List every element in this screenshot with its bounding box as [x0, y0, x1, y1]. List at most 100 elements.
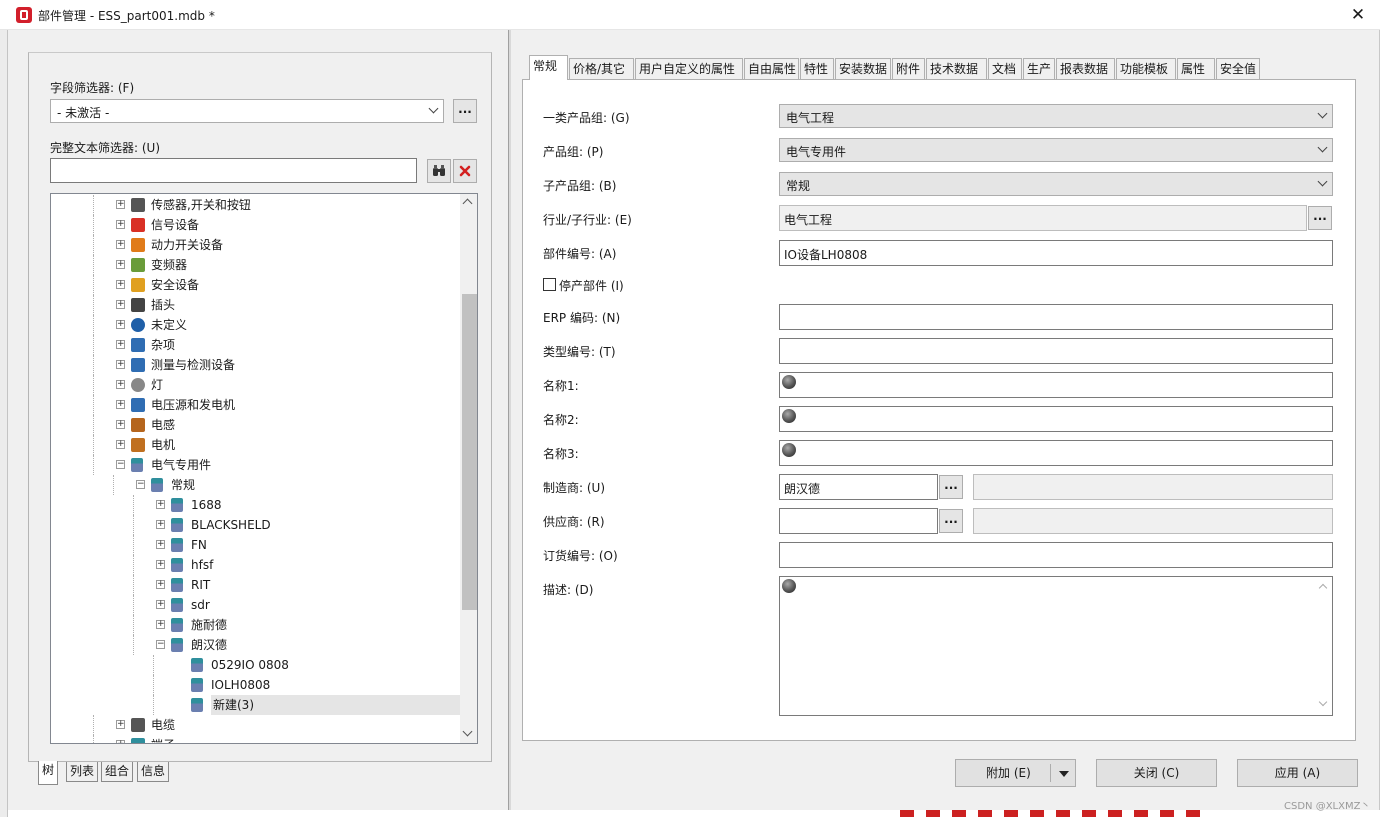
- window-close-button[interactable]: ✕: [1346, 3, 1370, 27]
- tab-11[interactable]: 功能模板: [1116, 58, 1176, 79]
- tree-item[interactable]: + sdr: [51, 595, 461, 615]
- tree-item[interactable]: IOLH0808: [51, 675, 461, 695]
- expand-icon[interactable]: +: [116, 440, 125, 449]
- tree-item[interactable]: + 信号设备: [51, 215, 461, 235]
- close-button[interactable]: 关闭 (C): [1096, 759, 1217, 787]
- bottom-tab-list[interactable]: 列表: [66, 762, 99, 782]
- part-number-input[interactable]: IO设备LH0808: [779, 240, 1333, 266]
- expand-icon[interactable]: +: [116, 340, 125, 349]
- scroll-down-icon[interactable]: [462, 726, 473, 737]
- expand-icon[interactable]: +: [156, 600, 165, 609]
- tree-item[interactable]: + 施耐德: [51, 615, 461, 635]
- field-filter-select[interactable]: - 未激活 -: [50, 99, 444, 123]
- tab-12[interactable]: 属性: [1177, 58, 1215, 79]
- expand-icon[interactable]: +: [116, 380, 125, 389]
- expand-icon[interactable]: +: [116, 720, 125, 729]
- tree-item[interactable]: 0529IO 0808: [51, 655, 461, 675]
- tree-item[interactable]: + 杂项: [51, 335, 461, 355]
- erp-input[interactable]: [779, 304, 1333, 330]
- manufacturer-more-button[interactable]: ...: [939, 475, 963, 499]
- bottom-tab-tree[interactable]: 树: [38, 761, 59, 785]
- tree-item[interactable]: + 插头: [51, 295, 461, 315]
- supplier-input[interactable]: [779, 508, 938, 534]
- expand-icon[interactable]: +: [156, 580, 165, 589]
- search-button[interactable]: [427, 159, 451, 183]
- tree-item[interactable]: + 动力开关设备: [51, 235, 461, 255]
- bottom-tab-info[interactable]: 信息: [137, 762, 170, 782]
- expand-icon[interactable]: +: [116, 220, 125, 229]
- tree-item[interactable]: + 电压源和发电机: [51, 395, 461, 415]
- expand-icon[interactable]: +: [156, 560, 165, 569]
- scroll-up-icon[interactable]: [462, 198, 473, 209]
- collapse-icon[interactable]: −: [116, 460, 125, 469]
- tree-item[interactable]: + 电缆: [51, 715, 461, 735]
- scroll-up-icon[interactable]: [1318, 583, 1328, 593]
- tab-1[interactable]: 价格/其它: [569, 58, 634, 79]
- tree-scrollbar-thumb[interactable]: [462, 294, 477, 610]
- tree-item[interactable]: + 安全设备: [51, 275, 461, 295]
- tree-item[interactable]: + 未定义: [51, 315, 461, 335]
- tree-item[interactable]: + 电机: [51, 435, 461, 455]
- tab-8[interactable]: 文档: [988, 58, 1022, 79]
- expand-icon[interactable]: +: [116, 280, 125, 289]
- collapse-icon[interactable]: −: [136, 480, 145, 489]
- tree-item[interactable]: − 朗汉德: [51, 635, 461, 655]
- tree-item[interactable]: + 测量与检测设备: [51, 355, 461, 375]
- tree-item[interactable]: + BLACKSHELD: [51, 515, 461, 535]
- expand-icon[interactable]: +: [116, 200, 125, 209]
- tree-item[interactable]: + 传感器,开关和按钮: [51, 195, 461, 215]
- tab-7[interactable]: 技术数据: [926, 58, 987, 79]
- expand-icon[interactable]: +: [116, 740, 125, 743]
- expand-icon[interactable]: +: [156, 520, 165, 529]
- globe-icon[interactable]: [782, 579, 796, 593]
- expand-icon[interactable]: +: [156, 620, 165, 629]
- expand-icon[interactable]: +: [116, 400, 125, 409]
- tree-item[interactable]: + 端子: [51, 735, 461, 743]
- collapse-icon[interactable]: −: [156, 640, 165, 649]
- dropdown-arrow-icon[interactable]: [1059, 771, 1069, 777]
- product-group1-select[interactable]: 电气工程: [779, 104, 1333, 128]
- add-button[interactable]: 附加 (E): [955, 759, 1076, 787]
- tree-item[interactable]: + 电感: [51, 415, 461, 435]
- expand-icon[interactable]: +: [116, 420, 125, 429]
- manufacturer-input[interactable]: 朗汉德: [779, 474, 938, 500]
- globe-icon[interactable]: [782, 375, 796, 389]
- name3-input[interactable]: [779, 440, 1333, 466]
- globe-icon[interactable]: [782, 443, 796, 457]
- discontinued-checkbox[interactable]: [543, 278, 556, 291]
- tree-item[interactable]: + 灯: [51, 375, 461, 395]
- tree-item[interactable]: + 变频器: [51, 255, 461, 275]
- tree-item[interactable]: + RIT: [51, 575, 461, 595]
- tab-3[interactable]: 自由属性: [744, 58, 799, 79]
- scroll-down-icon[interactable]: [1318, 697, 1328, 707]
- tree-item[interactable]: − 常规: [51, 475, 461, 495]
- panel-splitter[interactable]: [508, 30, 511, 810]
- description-scrollbar[interactable]: [1315, 577, 1332, 714]
- text-filter-input[interactable]: [50, 158, 417, 183]
- tab-2[interactable]: 用户自定义的属性: [635, 58, 743, 79]
- globe-icon[interactable]: [782, 409, 796, 423]
- expand-icon[interactable]: +: [116, 320, 125, 329]
- tab-0[interactable]: 常规: [529, 55, 568, 80]
- parts-tree[interactable]: + 传感器,开关和按钮 + 信号设备 + 动力开关设备 + 变频器 + 安全设备 + 插头 + 未定义 + 杂…: [50, 193, 478, 744]
- apply-button[interactable]: 应用 (A): [1237, 759, 1358, 787]
- expand-icon[interactable]: +: [156, 500, 165, 509]
- tree-item[interactable]: + FN: [51, 535, 461, 555]
- name2-input[interactable]: [779, 406, 1333, 432]
- expand-icon[interactable]: +: [116, 260, 125, 269]
- tab-10[interactable]: 报表数据: [1056, 58, 1115, 79]
- tree-item[interactable]: − 电气专用件: [51, 455, 461, 475]
- tab-13[interactable]: 安全值: [1216, 58, 1260, 79]
- order-number-input[interactable]: [779, 542, 1333, 568]
- tab-6[interactable]: 附件: [892, 58, 925, 79]
- type-number-input[interactable]: [779, 338, 1333, 364]
- subgroup-select[interactable]: 常规: [779, 172, 1333, 196]
- expand-icon[interactable]: +: [116, 300, 125, 309]
- tab-9[interactable]: 生产: [1023, 58, 1055, 79]
- field-filter-more-button[interactable]: ...: [453, 99, 477, 123]
- expand-icon[interactable]: +: [116, 360, 125, 369]
- tab-5[interactable]: 安装数据: [835, 58, 891, 79]
- name1-input[interactable]: [779, 372, 1333, 398]
- industry-more-button[interactable]: ...: [1308, 206, 1332, 230]
- bottom-tab-combine[interactable]: 组合: [101, 762, 134, 782]
